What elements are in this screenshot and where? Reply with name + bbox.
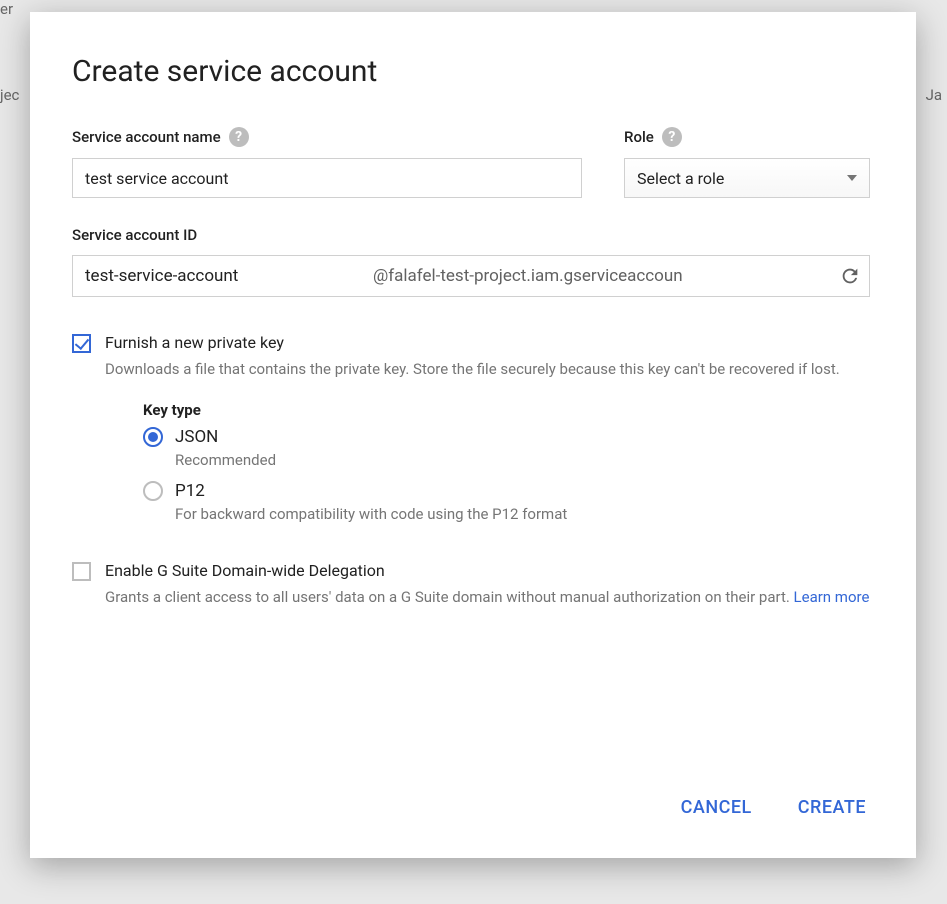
role-field: Role ? Select a role xyxy=(624,127,870,198)
service-account-id-suffix: @falafel-test-project.iam.gserviceaccoun xyxy=(373,266,831,286)
gsuite-delegation-content: Enable G Suite Domain-wide Delegation Gr… xyxy=(105,561,870,609)
role-label: Role xyxy=(624,128,654,146)
key-type-json-label: JSON xyxy=(175,427,218,447)
field-label-row: Service account ID xyxy=(72,226,870,244)
service-account-name-field: Service account name ? xyxy=(72,127,582,198)
furnish-key-section: Furnish a new private key Downloads a fi… xyxy=(72,333,870,535)
gsuite-delegation-description: Grants a client access to all users' dat… xyxy=(105,586,870,609)
background-text: Ja xyxy=(926,86,942,104)
refresh-icon xyxy=(839,265,861,287)
key-type-p12-description: For backward compatibility with code usi… xyxy=(175,505,870,523)
key-type-title: Key type xyxy=(143,401,870,419)
gsuite-delegation-checkbox[interactable] xyxy=(72,562,91,581)
background-text: er xyxy=(0,0,13,18)
dialog-actions: CANCEL CREATE xyxy=(72,769,870,826)
furnish-key-label: Furnish a new private key xyxy=(105,333,870,352)
form-row-name-role: Service account name ? Role ? Select a r… xyxy=(72,127,870,198)
service-account-id-field: Service account ID @falafel-test-project… xyxy=(72,226,870,297)
service-account-name-input[interactable] xyxy=(72,158,582,198)
key-type-p12-radio[interactable] xyxy=(143,481,163,501)
refresh-id-button[interactable] xyxy=(831,265,869,287)
gsuite-delegation-section: Enable G Suite Domain-wide Delegation Gr… xyxy=(72,561,870,609)
key-type-p12-row[interactable]: P12 xyxy=(143,481,870,501)
cancel-button[interactable]: CANCEL xyxy=(677,789,756,826)
service-account-id-input[interactable] xyxy=(73,256,373,296)
create-service-account-dialog: Create service account Service account n… xyxy=(30,12,916,858)
field-label-row: Role ? xyxy=(624,127,870,147)
furnish-key-description: Downloads a file that contains the priva… xyxy=(105,358,870,381)
create-button[interactable]: CREATE xyxy=(794,789,870,826)
key-type-block: Key type JSON Recommended P12 For backwa… xyxy=(143,401,870,523)
role-select[interactable]: Select a role xyxy=(624,158,870,198)
background-text: jec xyxy=(0,86,19,104)
learn-more-link[interactable]: Learn more xyxy=(794,588,870,606)
dialog-title: Create service account xyxy=(72,54,870,89)
gsuite-delegation-label: Enable G Suite Domain-wide Delegation xyxy=(105,561,870,580)
service-account-id-label: Service account ID xyxy=(72,226,197,244)
key-type-json-row[interactable]: JSON xyxy=(143,427,870,447)
key-type-json-radio[interactable] xyxy=(143,427,163,447)
gsuite-delegation-desc-text: Grants a client access to all users' dat… xyxy=(105,588,794,606)
furnish-key-content: Furnish a new private key Downloads a fi… xyxy=(105,333,870,535)
role-select-value: Select a role xyxy=(637,169,724,188)
furnish-key-checkbox[interactable] xyxy=(72,334,91,353)
help-icon[interactable]: ? xyxy=(662,127,682,147)
key-type-json-description: Recommended xyxy=(175,451,870,469)
chevron-down-icon xyxy=(847,175,857,181)
service-account-name-label: Service account name xyxy=(72,128,221,146)
help-icon[interactable]: ? xyxy=(229,127,249,147)
service-account-id-input-group: @falafel-test-project.iam.gserviceaccoun xyxy=(72,255,870,297)
field-label-row: Service account name ? xyxy=(72,127,582,147)
key-type-p12-label: P12 xyxy=(175,481,205,501)
